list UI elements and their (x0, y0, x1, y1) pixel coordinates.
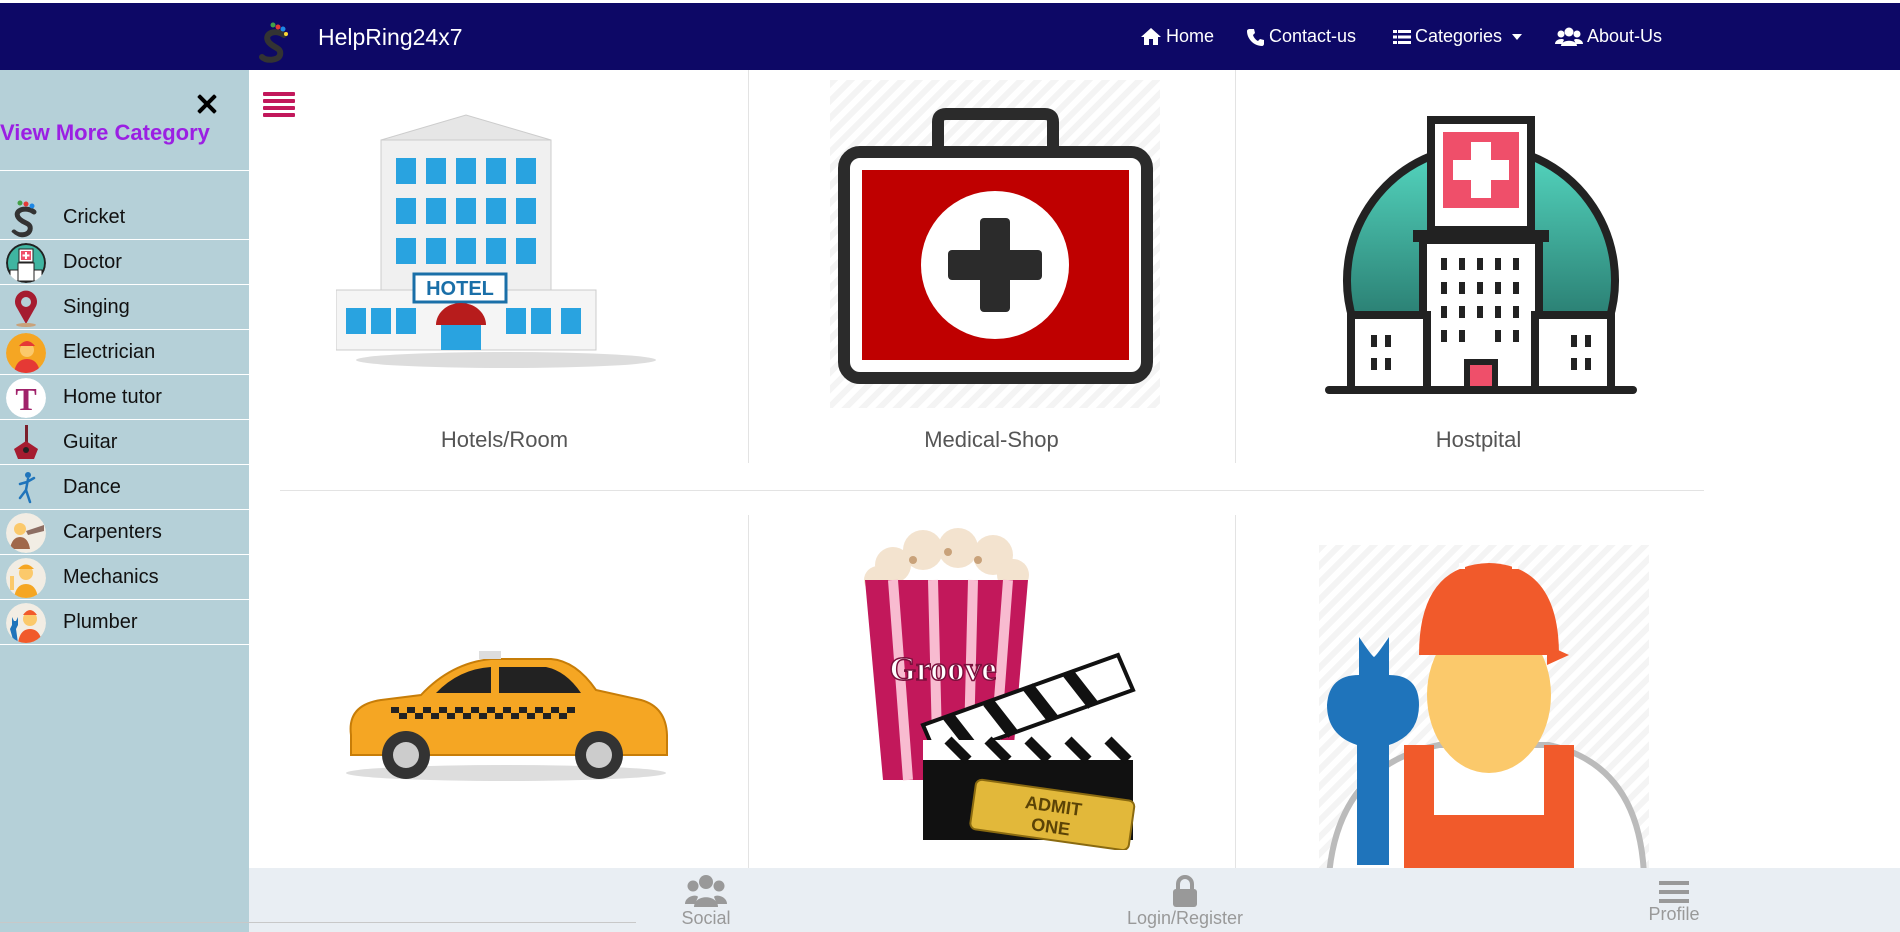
sidebar-divider (0, 170, 249, 171)
menu-icon (1659, 881, 1689, 903)
status-bar-edge (0, 922, 636, 923)
category-grid: HOTEL Hotels/Room Medical-Shop Hostpital… (249, 70, 1900, 870)
top-navbar: HelpRing24x7 Home Contact-us Categories … (0, 3, 1900, 70)
category-sidebar: View More Category Cricket Doctor Singin… (0, 70, 249, 932)
mechanics-icon (6, 558, 46, 598)
category-label: Medical-Shop (924, 427, 1059, 452)
cricket-icon (6, 198, 46, 238)
category-card-hospital[interactable]: Hostpital (1235, 70, 1722, 463)
nav-categories-dropdown[interactable]: Categories (1393, 26, 1523, 47)
view-more-category-link[interactable]: View More Category (0, 120, 210, 146)
sidebar-item-label: Guitar (63, 431, 118, 453)
category-card-hotels[interactable]: HOTEL Hotels/Room (261, 70, 748, 463)
sidebar-item-singing[interactable]: Singing (0, 285, 249, 330)
sidebar-item-cricket[interactable]: Cricket (0, 195, 249, 240)
sidebar-item-mechanics[interactable]: Mechanics (0, 555, 249, 600)
bottom-social-label: Social (681, 908, 731, 928)
taxi-icon (346, 651, 668, 781)
bottom-login-button[interactable]: Login/Register (1115, 874, 1255, 929)
category-card-cinema[interactable]: Groove ADMIT ONE (748, 515, 1235, 870)
plumber-icon (6, 603, 46, 643)
sidebar-item-electrician[interactable]: Electrician (0, 330, 249, 375)
repairman-icon (1326, 563, 1647, 870)
row-divider (280, 490, 1704, 491)
list-icon (1393, 29, 1411, 44)
phone-icon (1247, 28, 1264, 46)
home-icon (1141, 28, 1161, 45)
sidebar-item-label: Cricket (63, 206, 126, 228)
nav-contact-label: Contact-us (1269, 26, 1357, 46)
hamburger-menu-icon[interactable] (263, 92, 295, 118)
home-tutor-icon: T (6, 378, 46, 418)
nav-about[interactable]: About-Us (1555, 26, 1662, 47)
nav-categories-label: Categories (1415, 26, 1503, 46)
guitar-icon (6, 423, 46, 463)
users-icon (685, 875, 727, 907)
sidebar-item-label: Electrician (63, 341, 156, 363)
lock-icon (1173, 875, 1197, 907)
sidebar-item-plumber[interactable]: Plumber (0, 600, 249, 645)
medical-kit-icon (838, 108, 1153, 384)
sidebar-item-label: Singing (63, 296, 130, 318)
sidebar-item-label: Doctor (63, 251, 122, 273)
category-label: Hostpital (1435, 427, 1522, 452)
sidebar-item-label: Plumber (63, 611, 138, 633)
nav-home[interactable]: Home (1140, 26, 1214, 47)
chevron-down-icon (1512, 33, 1523, 40)
users-icon (1555, 27, 1583, 46)
sidebar-item-label: Mechanics (63, 566, 159, 588)
category-label: Hotels/Room (440, 427, 569, 452)
bottom-login-label: Login/Register (1126, 908, 1244, 928)
cinema-icon: Groove ADMIT ONE (864, 528, 1136, 850)
sidebar-item-doctor[interactable]: Doctor (0, 240, 249, 285)
sidebar-category-list: Cricket Doctor Singing Electrician T Hom… (0, 195, 249, 645)
bottom-profile-label: Profile (1648, 904, 1700, 924)
sidebar-item-dance[interactable]: Dance (0, 465, 249, 510)
svg-text:Groove: Groove (889, 651, 996, 688)
category-card-taxi[interactable] (261, 515, 748, 870)
nav-contact[interactable]: Contact-us (1247, 26, 1356, 47)
hospital-icon (1325, 116, 1637, 394)
bottom-social-button[interactable]: Social (636, 874, 776, 929)
brand-title[interactable]: HelpRing24x7 (318, 24, 462, 51)
sidebar-item-label: Carpenters (63, 521, 162, 543)
close-icon[interactable] (193, 90, 221, 118)
hotel-icon: HOTEL (336, 114, 656, 368)
sidebar-item-label: Dance (63, 476, 121, 498)
singing-icon (6, 288, 46, 328)
sidebar-item-carpenters[interactable]: Carpenters (0, 510, 249, 555)
sidebar-item-guitar[interactable]: Guitar (0, 420, 249, 465)
nav-home-label: Home (1166, 26, 1215, 46)
category-card-repairman[interactable] (1235, 515, 1722, 870)
svg-text:T: T (15, 381, 36, 417)
nav-about-label: About-Us (1587, 26, 1663, 46)
svg-text:HOTEL: HOTEL (426, 278, 494, 300)
category-card-medical-shop[interactable]: Medical-Shop (748, 70, 1235, 463)
sidebar-item-label: Home tutor (63, 386, 162, 408)
bottom-profile-button[interactable]: Profile (1604, 880, 1744, 925)
dance-icon (6, 468, 46, 508)
brand-logo-icon[interactable] (258, 21, 292, 63)
sidebar-item-home-tutor[interactable]: T Home tutor (0, 375, 249, 420)
carpenters-icon (6, 513, 46, 553)
doctor-icon (6, 243, 46, 283)
electrician-icon (6, 333, 46, 373)
